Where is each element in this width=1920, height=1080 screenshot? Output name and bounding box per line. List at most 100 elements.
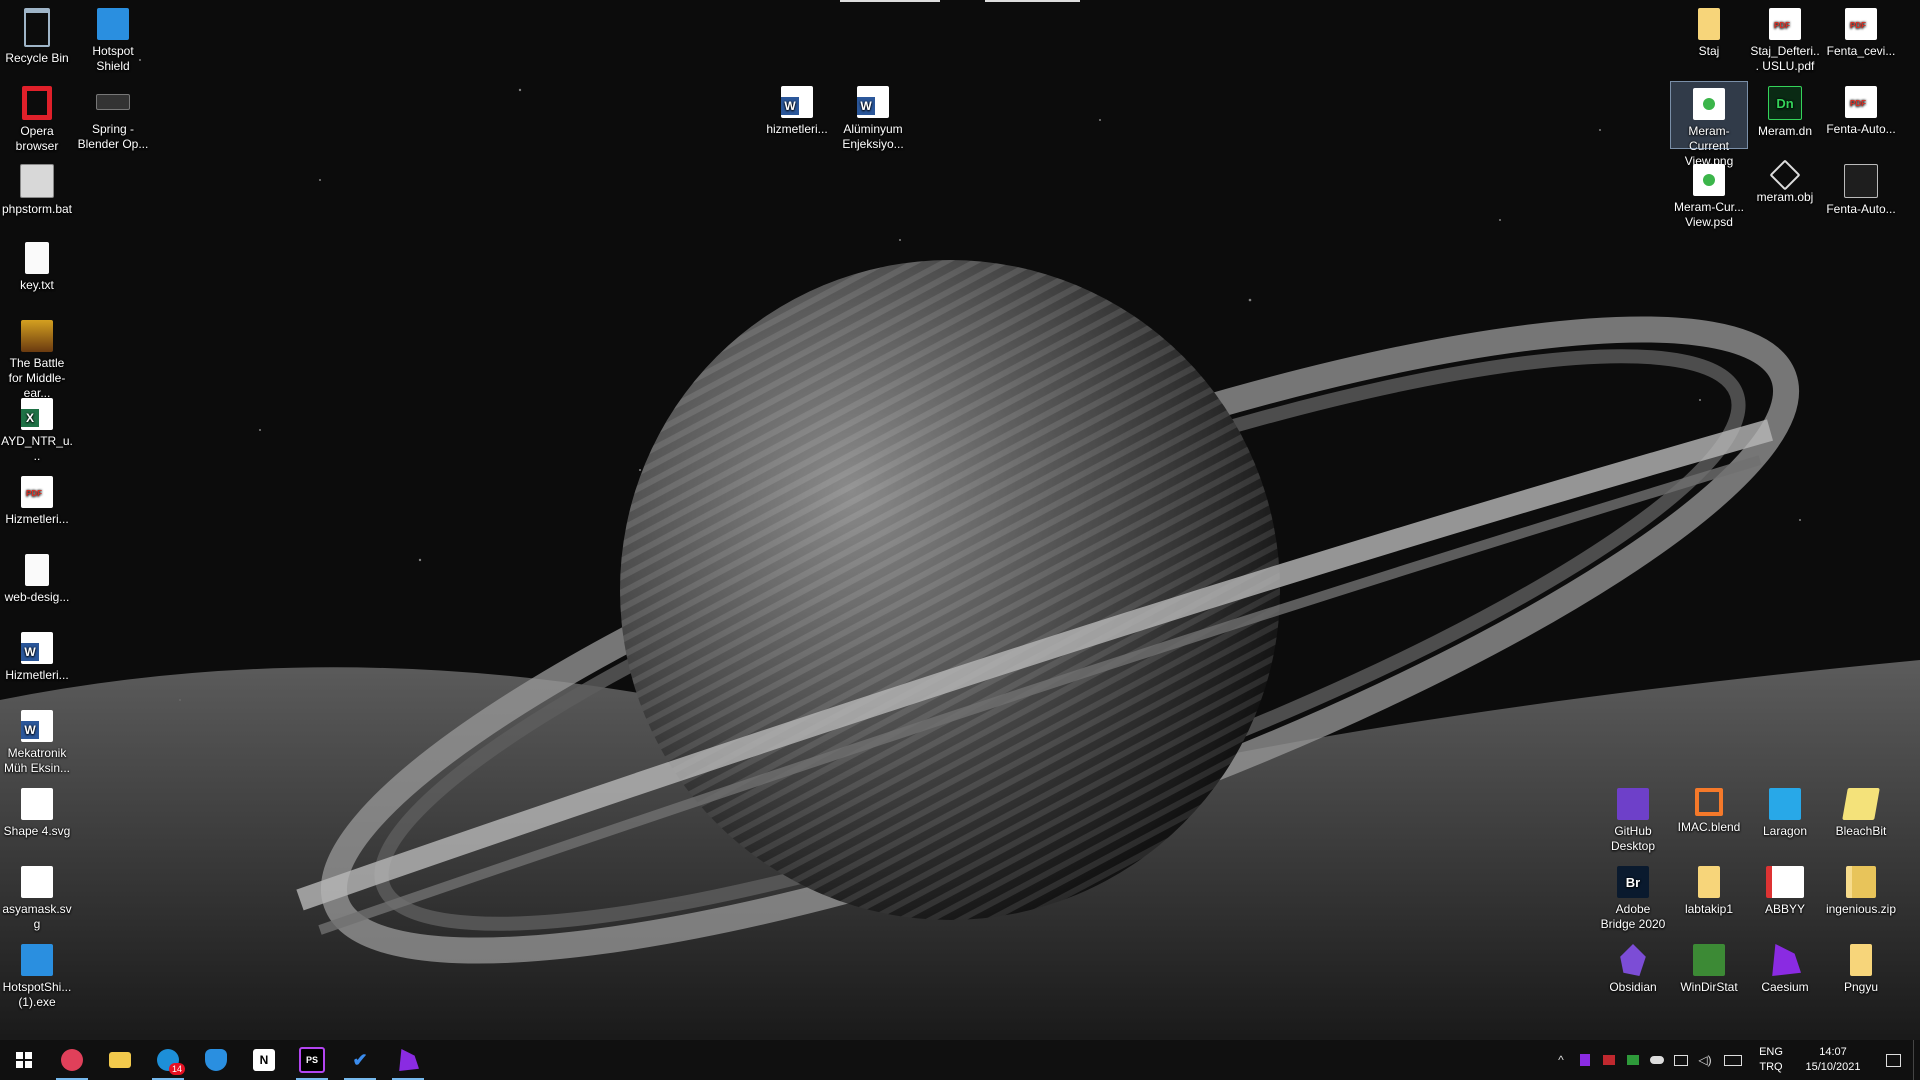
volume-icon[interactable]: ◁) [1693,1040,1717,1080]
desktop-icon-phpstorm-bat[interactable]: phpstorm.bat [0,158,75,217]
3d-object-icon [1769,159,1801,191]
desktop-icon-hotspotshield-exe[interactable]: HotspotShi... (1).exe [0,938,75,1010]
system-tray: ^ ◁) ENG TRQ 14:07 15/10/2021 [1549,1040,1920,1080]
desktop-icon-labtakip1[interactable]: labtakip1 [1671,860,1747,917]
desktop-icon-aluminyum[interactable]: Alüminyum Enjeksiyo... [835,80,911,152]
taskbar-app-hotspot-shield[interactable] [192,1040,240,1080]
desktop-icon-label: asyamask.svg [2,902,72,931]
desktop-icon-recycle-bin[interactable]: Recycle Bin [0,2,75,66]
keyboard-layout-code: TRQ [1759,1061,1783,1073]
desktop-icon-asyamask-svg[interactable]: asyamask.svg [0,860,75,932]
desktop-icon-label: Fenta_cevi... [1826,44,1896,58]
desktop-icon-spring-blender[interactable]: Spring - Blender Op... [75,80,151,152]
desktop-icon-github-desktop[interactable]: GitHub Desktop [1595,782,1671,854]
notion-icon: N [253,1049,275,1071]
hotspot-shield-icon [21,944,53,976]
caesium-tray-icon[interactable] [1573,1040,1597,1080]
desktop-icon-abbyy[interactable]: ABBYY [1747,860,1823,917]
desktop-icon-label: Mekatronik Müh Eksin... [3,746,71,775]
desktop-icon-meram-psd[interactable]: Meram-Cur... View.psd [1671,158,1747,230]
desktop-icon-battle-middle-earth[interactable]: The Battle for Middle-ear... [0,314,75,401]
desktop-icon-label: BleachBit [1835,824,1887,838]
desktop-icon-meram-png[interactable]: Meram-Current View.png [1670,81,1748,168]
desktop-icon-label: ingenious.zip [1825,902,1897,916]
desktop-icon-windirstat[interactable]: WinDirStat [1671,938,1747,995]
obsidian-icon [1620,944,1646,976]
desktop-icon-label: Recycle Bin [5,51,69,65]
keyboard-icon[interactable] [1717,1040,1749,1080]
desktop-icon-bleachbit[interactable]: BleachBit [1823,782,1899,839]
desktop-icon-label: WinDirStat [1680,980,1738,994]
desktop-icon-label: web-desig... [4,590,70,604]
onedrive-cloud-icon[interactable] [1645,1040,1669,1080]
desktop-icon-label: IMAC.blend [1677,820,1741,834]
desktop-icon-caesium[interactable]: Caesium [1747,938,1823,995]
green-app-tray-icon[interactable] [1621,1040,1645,1080]
desktop-icon-label: Meram-Cur... View.psd [1673,200,1744,229]
desktop-icon-ayd-ntr[interactable]: AYD_NTR_u... [0,392,75,464]
desktop-icon-imac-blend[interactable]: IMAC.blend [1671,782,1747,835]
desktop-icon-web-design[interactable]: web-desig... [0,548,75,605]
network-icon[interactable] [1669,1040,1693,1080]
word-icon [21,632,53,664]
desktop-icon-label: Shape 4.svg [3,824,71,838]
desktop-icon-label: Staj_Defteri... USLU.pdf [1750,44,1820,73]
notification-icon [1885,1053,1901,1067]
desktop-icon-fenta-auto-doc[interactable]: Fenta-Auto... [1823,158,1899,217]
taskbar-app-edge[interactable]: 14 [144,1040,192,1080]
excel-icon [21,398,53,430]
desktop-icon-label: Spring - Blender Op... [77,122,149,151]
red-app-tray-icon[interactable] [1597,1040,1621,1080]
start-button[interactable] [0,1040,48,1080]
word-icon [21,710,53,742]
word-icon [781,86,813,118]
desktop-icon-meram-dn[interactable]: Dn Meram.dn [1747,80,1823,139]
desktop-icon-hotspot-shield[interactable]: Hotspot Shield [75,2,151,74]
desktop-icon-staj-defteri[interactable]: Staj_Defteri... USLU.pdf [1747,2,1823,74]
desktop-icon-staj[interactable]: Staj [1671,2,1747,59]
input-language-indicator[interactable]: ENG TRQ [1749,1045,1793,1075]
desktop-icon-obsidian[interactable]: Obsidian [1595,938,1671,995]
folder-icon [1698,866,1720,898]
desktop-icon-opera[interactable]: Opera browser [0,80,75,154]
desktop-icon-hizmetleri-center[interactable]: hizmetleri... [759,80,835,137]
game-icon [21,320,53,352]
text-file-icon [25,554,49,586]
taskbar-app-phpstorm[interactable]: PS [288,1040,336,1080]
svg-file-icon [21,788,53,820]
desktop-icon-fenta-auto-pdf[interactable]: Fenta-Auto... [1823,80,1899,137]
desktop-icon-label: phpstorm.bat [1,202,73,216]
taskbar-app-photo[interactable] [48,1040,96,1080]
taskbar-app-todo[interactable]: ✔ [336,1040,384,1080]
action-center-button[interactable] [1873,1040,1913,1080]
github-icon [1617,788,1649,820]
desktop-icon-fenta-cevi[interactable]: Fenta_cevi... [1823,2,1899,59]
desktop-icon-hizmetleri-pdf[interactable]: Hizmetleri... [0,470,75,527]
desktop-icon-laragon[interactable]: Laragon [1747,782,1823,839]
clock[interactable]: 14:07 15/10/2021 [1793,1045,1873,1075]
show-hidden-icons-chevron-icon[interactable]: ^ [1549,1040,1573,1080]
desktop-icon-label: labtakip1 [1684,902,1734,916]
desktop-icon-label: Meram.dn [1757,124,1813,138]
desktop-icon-label: Alüminyum Enjeksiyo... [842,122,904,151]
desktop-icon-key-txt[interactable]: key.txt [0,236,75,293]
opera-icon [22,86,52,120]
desktop-icon-label: Staj [1698,44,1720,58]
taskbar-app-notion[interactable]: N [240,1040,288,1080]
desktop-icon-ingenious-zip[interactable]: ingenious.zip [1823,860,1899,917]
pdf-icon [1845,86,1877,118]
desktop-icon-meram-obj[interactable]: meram.obj [1747,158,1823,205]
taskbar-app-caesium[interactable] [384,1040,432,1080]
desktop-icon-shape4-svg[interactable]: Shape 4.svg [0,782,75,839]
desktop-icon-label: ABBYY [1764,902,1806,916]
desktop-icon-label: Hizmetleri... [5,512,69,526]
folder-icon [1698,8,1720,40]
desktop-icon-pngyu[interactable]: Pngyu [1823,938,1899,995]
show-desktop-button[interactable] [1913,1040,1920,1080]
desktop-icon-label: hizmetleri... [766,122,828,136]
taskbar-app-file-explorer[interactable] [96,1040,144,1080]
document-icon [1844,164,1878,198]
desktop-icon-adobe-bridge[interactable]: Br Adobe Bridge 2020 [1595,860,1671,932]
desktop-icon-hizmetleri-word[interactable]: Hizmetleri... [0,626,75,683]
desktop-icon-mekatronik[interactable]: Mekatronik Müh Eksin... [0,704,75,776]
